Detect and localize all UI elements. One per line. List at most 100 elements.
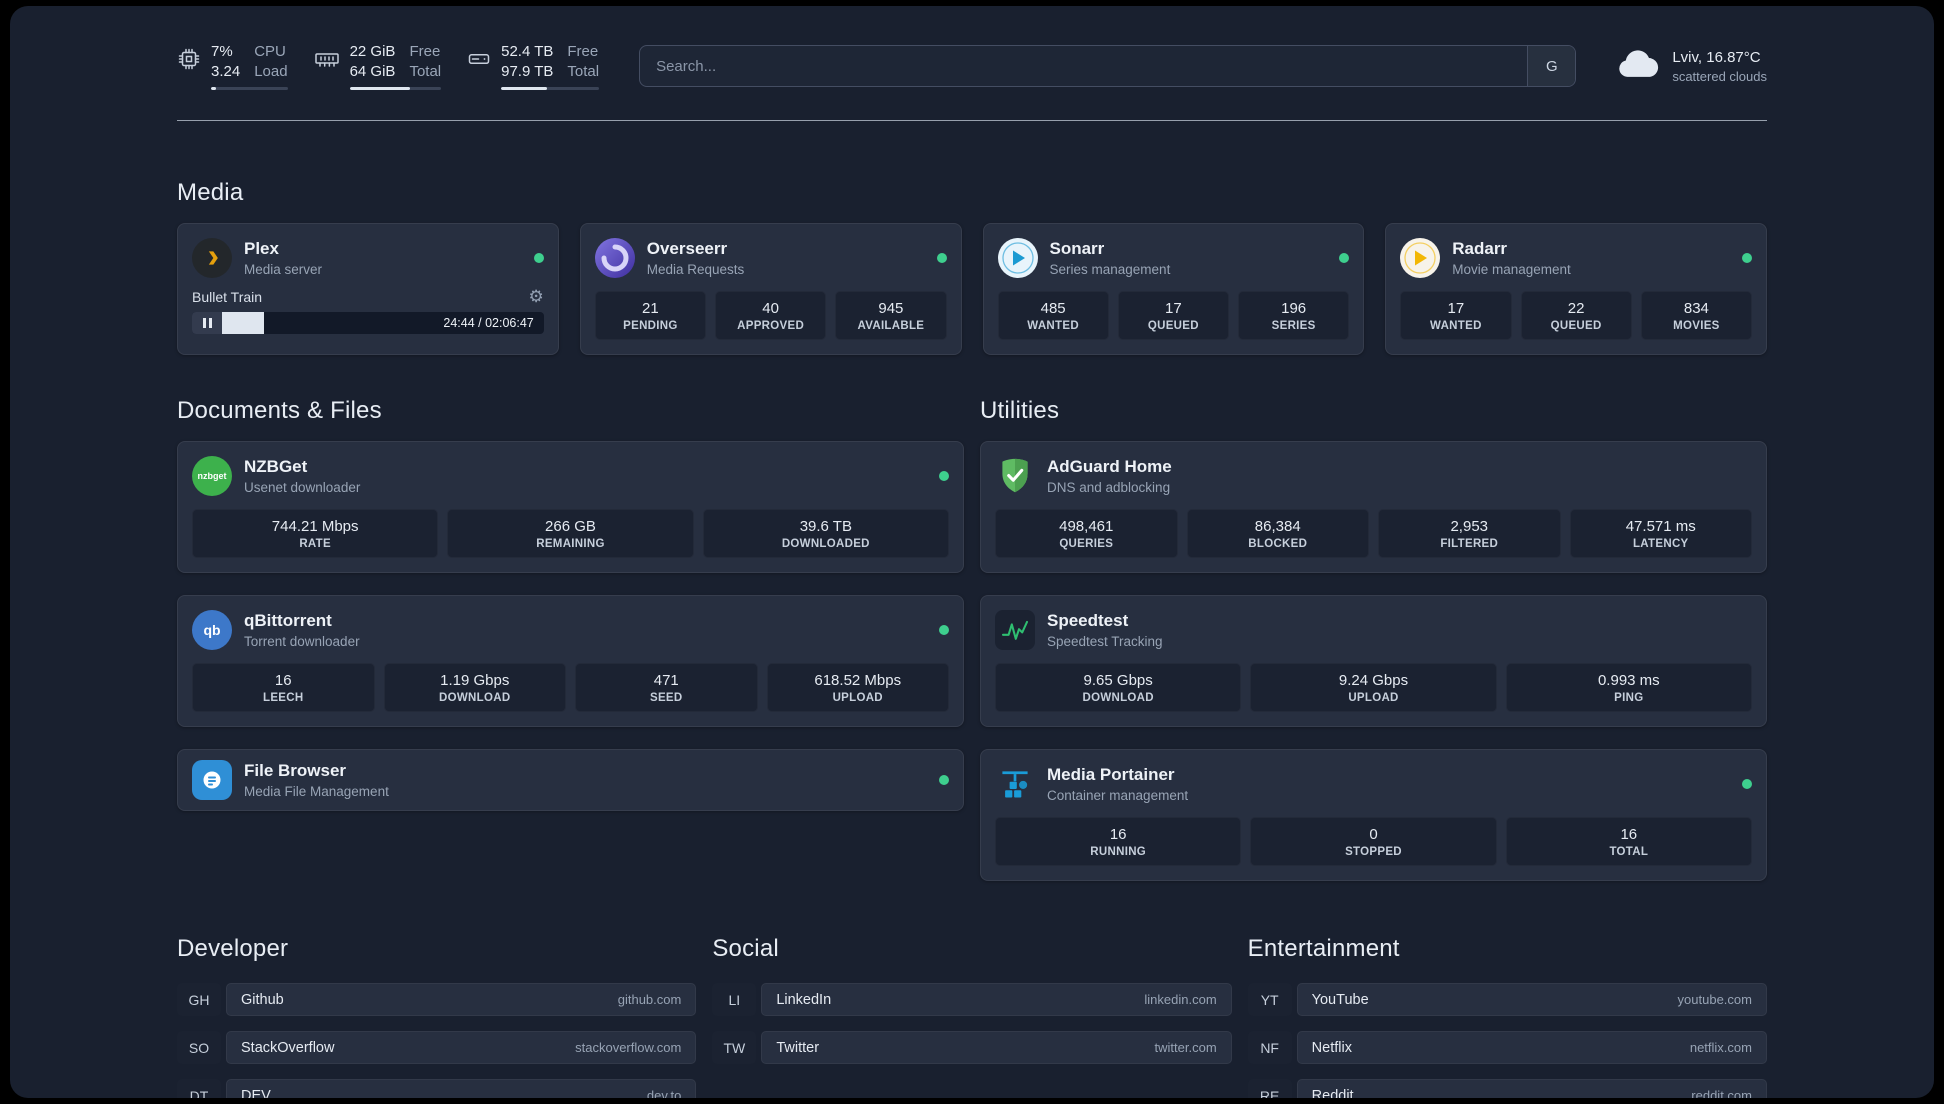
stat-label: LEECH <box>263 692 304 704</box>
bookmark-linkedin[interactable]: LI LinkedIn linkedin.com <box>712 983 1232 1016</box>
bookmark-name: StackOverflow <box>241 1039 335 1056</box>
bookmark-name: Netflix <box>1311 1039 1352 1056</box>
adguard-card[interactable]: AdGuard Home DNS and adblocking 498,461 … <box>980 441 1767 573</box>
bookmark-github[interactable]: GH Github github.com <box>177 983 697 1016</box>
memory-widget: 22 GiB 64 GiB Free Total <box>314 42 442 91</box>
dashboard-panel: 7% 3.24 CPU Load 22 GiB 64 GiB Free Tota… <box>10 6 1934 1098</box>
service-subtitle: Usenet downloader <box>244 480 361 495</box>
stat-label: REMAINING <box>536 538 605 550</box>
service-name: Speedtest <box>1047 611 1129 630</box>
stat-tile: 1.19 Gbps DOWNLOAD <box>383 663 566 712</box>
bookmark-abbr: LI <box>712 983 757 1016</box>
overseerr-card[interactable]: Overseerr Media Requests 21 PENDING 40 A… <box>579 223 962 355</box>
bookmark-name: LinkedIn <box>776 991 832 1008</box>
portainer-card[interactable]: Media Portainer Container management 16 … <box>980 749 1767 881</box>
service-name: Plex <box>244 239 279 258</box>
status-dot <box>1339 253 1350 263</box>
cpu-percent: 7% <box>211 42 233 60</box>
stat-tile: 0 STOPPED <box>1250 817 1497 866</box>
weather-location: Lviv, 16.87°C <box>1672 48 1761 66</box>
disk-progress-bar <box>501 87 600 91</box>
stat-tile: 16 LEECH <box>192 663 375 712</box>
sonarr-card[interactable]: Sonarr Series management 485 WANTED 17 Q… <box>982 223 1365 355</box>
utilities-column: Utilities AdGuard Home DNS and adblockin… <box>980 397 1767 881</box>
service-subtitle: Container management <box>1047 788 1189 803</box>
playback-progress-bar[interactable]: 24:44 / 02:06:47 <box>192 312 544 334</box>
stat-value: 40 <box>762 300 779 317</box>
nzbget-icon-text: nzbget <box>197 471 227 481</box>
stat-value: 9.24 Gbps <box>1338 672 1409 689</box>
bookmark-youtube[interactable]: YT YouTube youtube.com <box>1247 983 1767 1016</box>
bookmark-name: DEV <box>241 1087 271 1099</box>
disk-widget: 52.4 TB 97.9 TB Free Total <box>467 42 600 91</box>
pause-button[interactable] <box>192 312 222 334</box>
service-subtitle: Media server <box>244 262 323 277</box>
bookmark-url: netflix.com <box>1689 1040 1752 1055</box>
stat-tile: 17 QUEUED <box>1117 291 1229 340</box>
disk-label-top: Free <box>567 42 599 60</box>
bookmark-url: reddit.com <box>1691 1088 1752 1098</box>
stat-tile: 618.52 Mbps UPLOAD <box>766 663 949 712</box>
status-dot <box>936 253 947 263</box>
plex-card[interactable]: Plex Media server Bullet Train ⚙ 24:44 /… <box>177 223 559 355</box>
qbittorrent-card[interactable]: qb qBittorrent Torrent downloader 16 LEE… <box>177 595 964 727</box>
search-bar[interactable]: G <box>639 45 1577 87</box>
stat-tile: 266 GB REMAINING <box>447 509 694 558</box>
service-subtitle: Series management <box>1049 262 1171 277</box>
search-input[interactable] <box>640 57 1528 75</box>
bookmark-abbr: DT <box>177 1079 221 1098</box>
stat-label: UPLOAD <box>832 692 883 704</box>
status-dot <box>1742 253 1752 263</box>
stat-tile: 945 AVAILABLE <box>835 291 947 340</box>
stat-value: 266 GB <box>545 518 596 535</box>
stat-value: 22 <box>1567 300 1585 317</box>
stat-value: 196 <box>1281 300 1307 317</box>
bookmark-stackoverflow[interactable]: SO StackOverflow stackoverflow.com <box>177 1031 697 1064</box>
service-subtitle: Media Requests <box>646 262 745 277</box>
bookmarks-developer: Developer GH Github github.com SO StackO… <box>177 935 697 1099</box>
service-subtitle: Media File Management <box>244 784 389 799</box>
stat-tile: 9.24 Gbps UPLOAD <box>1250 663 1497 712</box>
weather-widget: Lviv, 16.87°C scattered clouds <box>1616 48 1767 85</box>
overseerr-icon <box>594 238 635 278</box>
bookmarks-entertainment: Entertainment YT YouTube youtube.com NF <box>1247 935 1767 1098</box>
bookmark-abbr: NF <box>1247 1031 1292 1064</box>
stat-value: 47.571 ms <box>1625 518 1696 535</box>
bookmark-url: stackoverflow.com <box>575 1040 682 1055</box>
stat-value: 86,384 <box>1254 518 1301 535</box>
bookmark-reddit[interactable]: RE Reddit reddit.com <box>1247 1079 1767 1098</box>
section-title-media: Media <box>177 179 244 206</box>
section-title-entertainment: Entertainment <box>1247 935 1400 962</box>
cloud-icon <box>1616 48 1660 85</box>
filebrowser-card[interactable]: File Browser Media File Management <box>177 749 964 811</box>
stat-label: SERIES <box>1271 320 1316 332</box>
disk-label-bottom: Total <box>567 63 600 80</box>
stat-label: RUNNING <box>1090 846 1147 858</box>
stat-label: QUERIES <box>1059 538 1114 550</box>
gear-icon[interactable]: ⚙ <box>529 288 544 305</box>
service-name: NZBGet <box>244 457 308 476</box>
service-subtitle: Torrent downloader <box>244 634 360 649</box>
status-dot <box>939 775 949 785</box>
stat-value: 0.993 ms <box>1597 672 1660 689</box>
cpu-label-top: CPU <box>254 42 286 60</box>
bookmark-dev[interactable]: DT DEV dev.to <box>177 1079 697 1099</box>
speedtest-icon <box>995 610 1035 650</box>
bookmark-url: dev.to <box>646 1088 682 1098</box>
disk-free: 52.4 TB <box>501 42 554 60</box>
stat-label: DOWNLOAD <box>439 692 511 704</box>
search-provider-button[interactable]: G <box>1527 46 1576 86</box>
memory-label-bottom: Total <box>409 63 442 80</box>
stat-tile: 2,953 FILTERED <box>1378 509 1561 558</box>
stat-label: UPLOAD <box>1348 692 1399 704</box>
bookmark-twitter[interactable]: TW Twitter twitter.com <box>712 1031 1232 1064</box>
stat-tile: 744.21 Mbps RATE <box>192 509 439 558</box>
progress-fill <box>349 87 410 91</box>
radarr-card[interactable]: Radarr Movie management 17 WANTED 22 QUE… <box>1385 223 1767 355</box>
stat-value: 16 <box>274 672 292 689</box>
stat-label: BLOCKED <box>1248 538 1308 550</box>
playback-time: 24:44 / 02:06:47 <box>443 316 534 330</box>
speedtest-card[interactable]: Speedtest Speedtest Tracking 9.65 Gbps D… <box>980 595 1767 727</box>
bookmark-netflix[interactable]: NF Netflix netflix.com <box>1247 1031 1767 1064</box>
nzbget-card[interactable]: nzbget NZBGet Usenet downloader 744.21 M… <box>177 441 964 573</box>
